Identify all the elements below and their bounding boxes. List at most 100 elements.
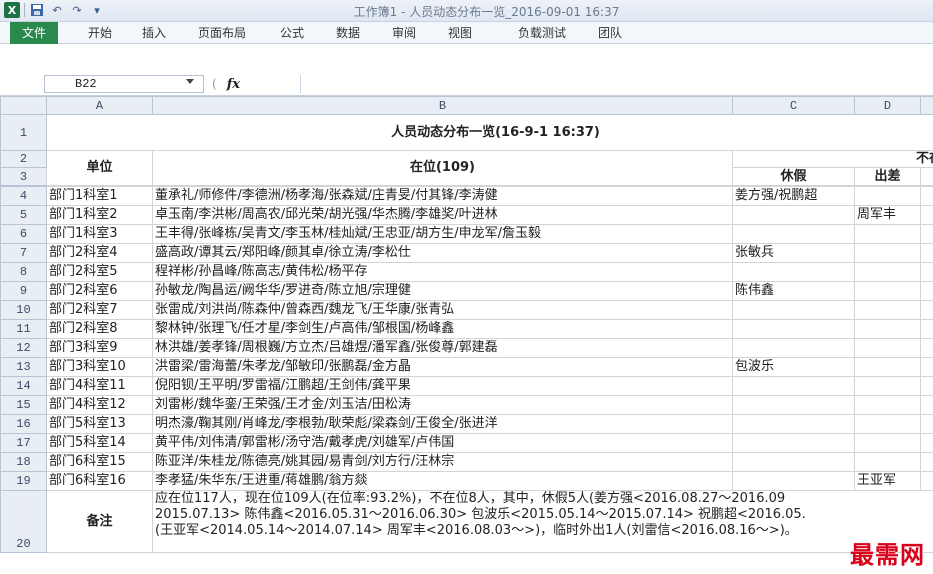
name-box[interactable]: B22	[44, 75, 204, 93]
extra-cell[interactable]	[920, 243, 933, 263]
extra-cell[interactable]	[920, 357, 933, 377]
extra-cell[interactable]	[920, 395, 933, 415]
leave-cell[interactable]	[732, 452, 855, 472]
unit-cell[interactable]: 部门2科室6	[46, 281, 153, 301]
row-header[interactable]: 2	[0, 150, 47, 168]
leave-cell[interactable]	[732, 319, 855, 339]
unit-cell[interactable]: 部门1科室1	[46, 186, 153, 206]
unit-cell[interactable]: 部门2科室7	[46, 300, 153, 320]
row-header[interactable]: 7	[0, 243, 47, 263]
tab-load-test[interactable]: 负载测试	[510, 22, 574, 44]
trip-cell[interactable]	[854, 452, 921, 472]
cancel-entry-icon[interactable]: (	[212, 77, 217, 91]
trip-cell[interactable]	[854, 376, 921, 396]
trip-cell[interactable]	[854, 262, 921, 282]
extra-cell[interactable]	[920, 376, 933, 396]
unit-cell[interactable]: 部门6科室16	[46, 471, 153, 491]
name-box-dropdown-icon[interactable]	[186, 79, 194, 84]
unit-cell[interactable]: 部门4科室12	[46, 395, 153, 415]
unit-cell[interactable]: 部门6科室15	[46, 452, 153, 472]
leave-cell[interactable]	[732, 471, 855, 491]
tab-page-layout[interactable]: 页面布局	[190, 22, 254, 44]
notes-label[interactable]: 备注	[46, 490, 153, 553]
row-header[interactable]: 20	[0, 490, 47, 553]
row-header[interactable]: 8	[0, 262, 47, 282]
present-cell[interactable]: 盛高政/谭其云/郑阳峰/颜其卓/徐立涛/李松仕	[152, 243, 733, 263]
unit-cell[interactable]: 部门5科室14	[46, 433, 153, 453]
extra-cell[interactable]	[920, 281, 933, 301]
header-absent-group[interactable]: 不在	[732, 150, 933, 168]
unit-cell[interactable]: 部门2科室8	[46, 319, 153, 339]
unit-cell[interactable]: 部门1科室2	[46, 205, 153, 225]
trip-cell[interactable]	[854, 243, 921, 263]
present-cell[interactable]: 程祥彬/孙昌峰/陈高志/黄伟松/杨平存	[152, 262, 733, 282]
tab-data[interactable]: 数据	[328, 22, 368, 44]
unit-cell[interactable]: 部门3科室10	[46, 357, 153, 377]
trip-cell[interactable]	[854, 300, 921, 320]
header-unit[interactable]: 单位	[46, 150, 153, 186]
leave-cell[interactable]: 姜方强/祝鹏超	[732, 186, 855, 206]
present-cell[interactable]: 洪雷梁/雷海蕾/朱孝龙/邹敏印/张鹏磊/金方晶	[152, 357, 733, 377]
leave-cell[interactable]	[732, 376, 855, 396]
extra-cell[interactable]	[920, 414, 933, 434]
row-header[interactable]: 14	[0, 376, 47, 396]
present-cell[interactable]: 张雷成/刘洪尚/陈森仲/曾森西/魏龙飞/王华康/张青弘	[152, 300, 733, 320]
leave-cell[interactable]	[732, 262, 855, 282]
formula-input[interactable]	[300, 75, 933, 93]
insert-function-icon[interactable]: fx	[227, 77, 240, 92]
trip-cell[interactable]	[854, 433, 921, 453]
present-cell[interactable]: 王丰得/张峰栋/吴青文/李玉林/桂灿斌/王忠亚/胡方生/申龙军/詹玉毅	[152, 224, 733, 244]
row-header[interactable]: 6	[0, 224, 47, 244]
leave-cell[interactable]: 包波乐	[732, 357, 855, 377]
row-header[interactable]: 18	[0, 452, 47, 472]
leave-cell[interactable]	[732, 224, 855, 244]
tab-team[interactable]: 团队	[590, 22, 630, 44]
unit-cell[interactable]: 部门5科室13	[46, 414, 153, 434]
tab-formulas[interactable]: 公式	[272, 22, 312, 44]
row-header[interactable]: 3	[0, 167, 47, 186]
column-header-e[interactable]	[920, 96, 933, 115]
leave-cell[interactable]	[732, 414, 855, 434]
row-header[interactable]: 4	[0, 186, 47, 206]
extra-cell[interactable]	[920, 471, 933, 491]
leave-cell[interactable]: 陈伟鑫	[732, 281, 855, 301]
present-cell[interactable]: 林洪雄/姜孝锋/周根巍/方立杰/吕雄煜/潘军鑫/张俊尊/郭建磊	[152, 338, 733, 358]
row-header[interactable]: 12	[0, 338, 47, 358]
present-cell[interactable]: 董承礼/师修件/李德洲/杨孝海/张森斌/庄青旻/付其锋/李涛健	[152, 186, 733, 206]
present-cell[interactable]: 孙敏龙/陶昌运/阙华华/罗进奇/陈立旭/宗理健	[152, 281, 733, 301]
trip-cell[interactable]	[854, 357, 921, 377]
tab-review[interactable]: 审阅	[384, 22, 424, 44]
sheet-title[interactable]: 人员动态分布一览(16-9-1 16:37)	[46, 114, 933, 151]
leave-cell[interactable]	[732, 205, 855, 225]
extra-cell[interactable]	[920, 433, 933, 453]
extra-cell[interactable]	[920, 205, 933, 225]
row-header[interactable]: 9	[0, 281, 47, 301]
trip-cell[interactable]	[854, 414, 921, 434]
tab-home[interactable]: 开始	[80, 22, 120, 44]
header-extra[interactable]	[920, 167, 933, 186]
row-header[interactable]: 17	[0, 433, 47, 453]
unit-cell[interactable]: 部门2科室5	[46, 262, 153, 282]
trip-cell[interactable]	[854, 224, 921, 244]
present-cell[interactable]: 李孝猛/朱华东/王进重/蒋雄鹏/翁方燚	[152, 471, 733, 491]
extra-cell[interactable]	[920, 338, 933, 358]
present-cell[interactable]: 黄平伟/刘伟清/郭雷彬/汤守浩/戴孝虎/刘雄军/卢伟国	[152, 433, 733, 453]
tab-insert[interactable]: 插入	[134, 22, 174, 44]
row-header[interactable]: 13	[0, 357, 47, 377]
row-header[interactable]: 16	[0, 414, 47, 434]
present-cell[interactable]: 刘雷彬/魏华銮/王荣强/王才金/刘玉洁/田松涛	[152, 395, 733, 415]
extra-cell[interactable]	[920, 300, 933, 320]
unit-cell[interactable]: 部门3科室9	[46, 338, 153, 358]
present-cell[interactable]: 明杰濠/鞠其刚/肖峰龙/李根勃/耿荣彪/梁森剑/王俊全/张进洋	[152, 414, 733, 434]
present-cell[interactable]: 黎林钟/张理飞/任才星/李剑生/卢高伟/邹根国/杨峰鑫	[152, 319, 733, 339]
unit-cell[interactable]: 部门1科室3	[46, 224, 153, 244]
column-header-a[interactable]: A	[46, 96, 153, 115]
trip-cell[interactable]	[854, 281, 921, 301]
present-cell[interactable]: 倪阳钡/王平明/罗雷福/江鹏超/王剑伟/龚平果	[152, 376, 733, 396]
present-cell[interactable]: 卓玉南/李洪彬/周高农/邱光荣/胡光强/华杰腾/李雄奖/叶进林	[152, 205, 733, 225]
extra-cell[interactable]	[920, 262, 933, 282]
trip-cell[interactable]	[854, 338, 921, 358]
column-header-b[interactable]: B	[152, 96, 733, 115]
tab-file[interactable]: 文件	[10, 22, 59, 44]
header-present[interactable]: 在位(109)	[152, 150, 733, 186]
